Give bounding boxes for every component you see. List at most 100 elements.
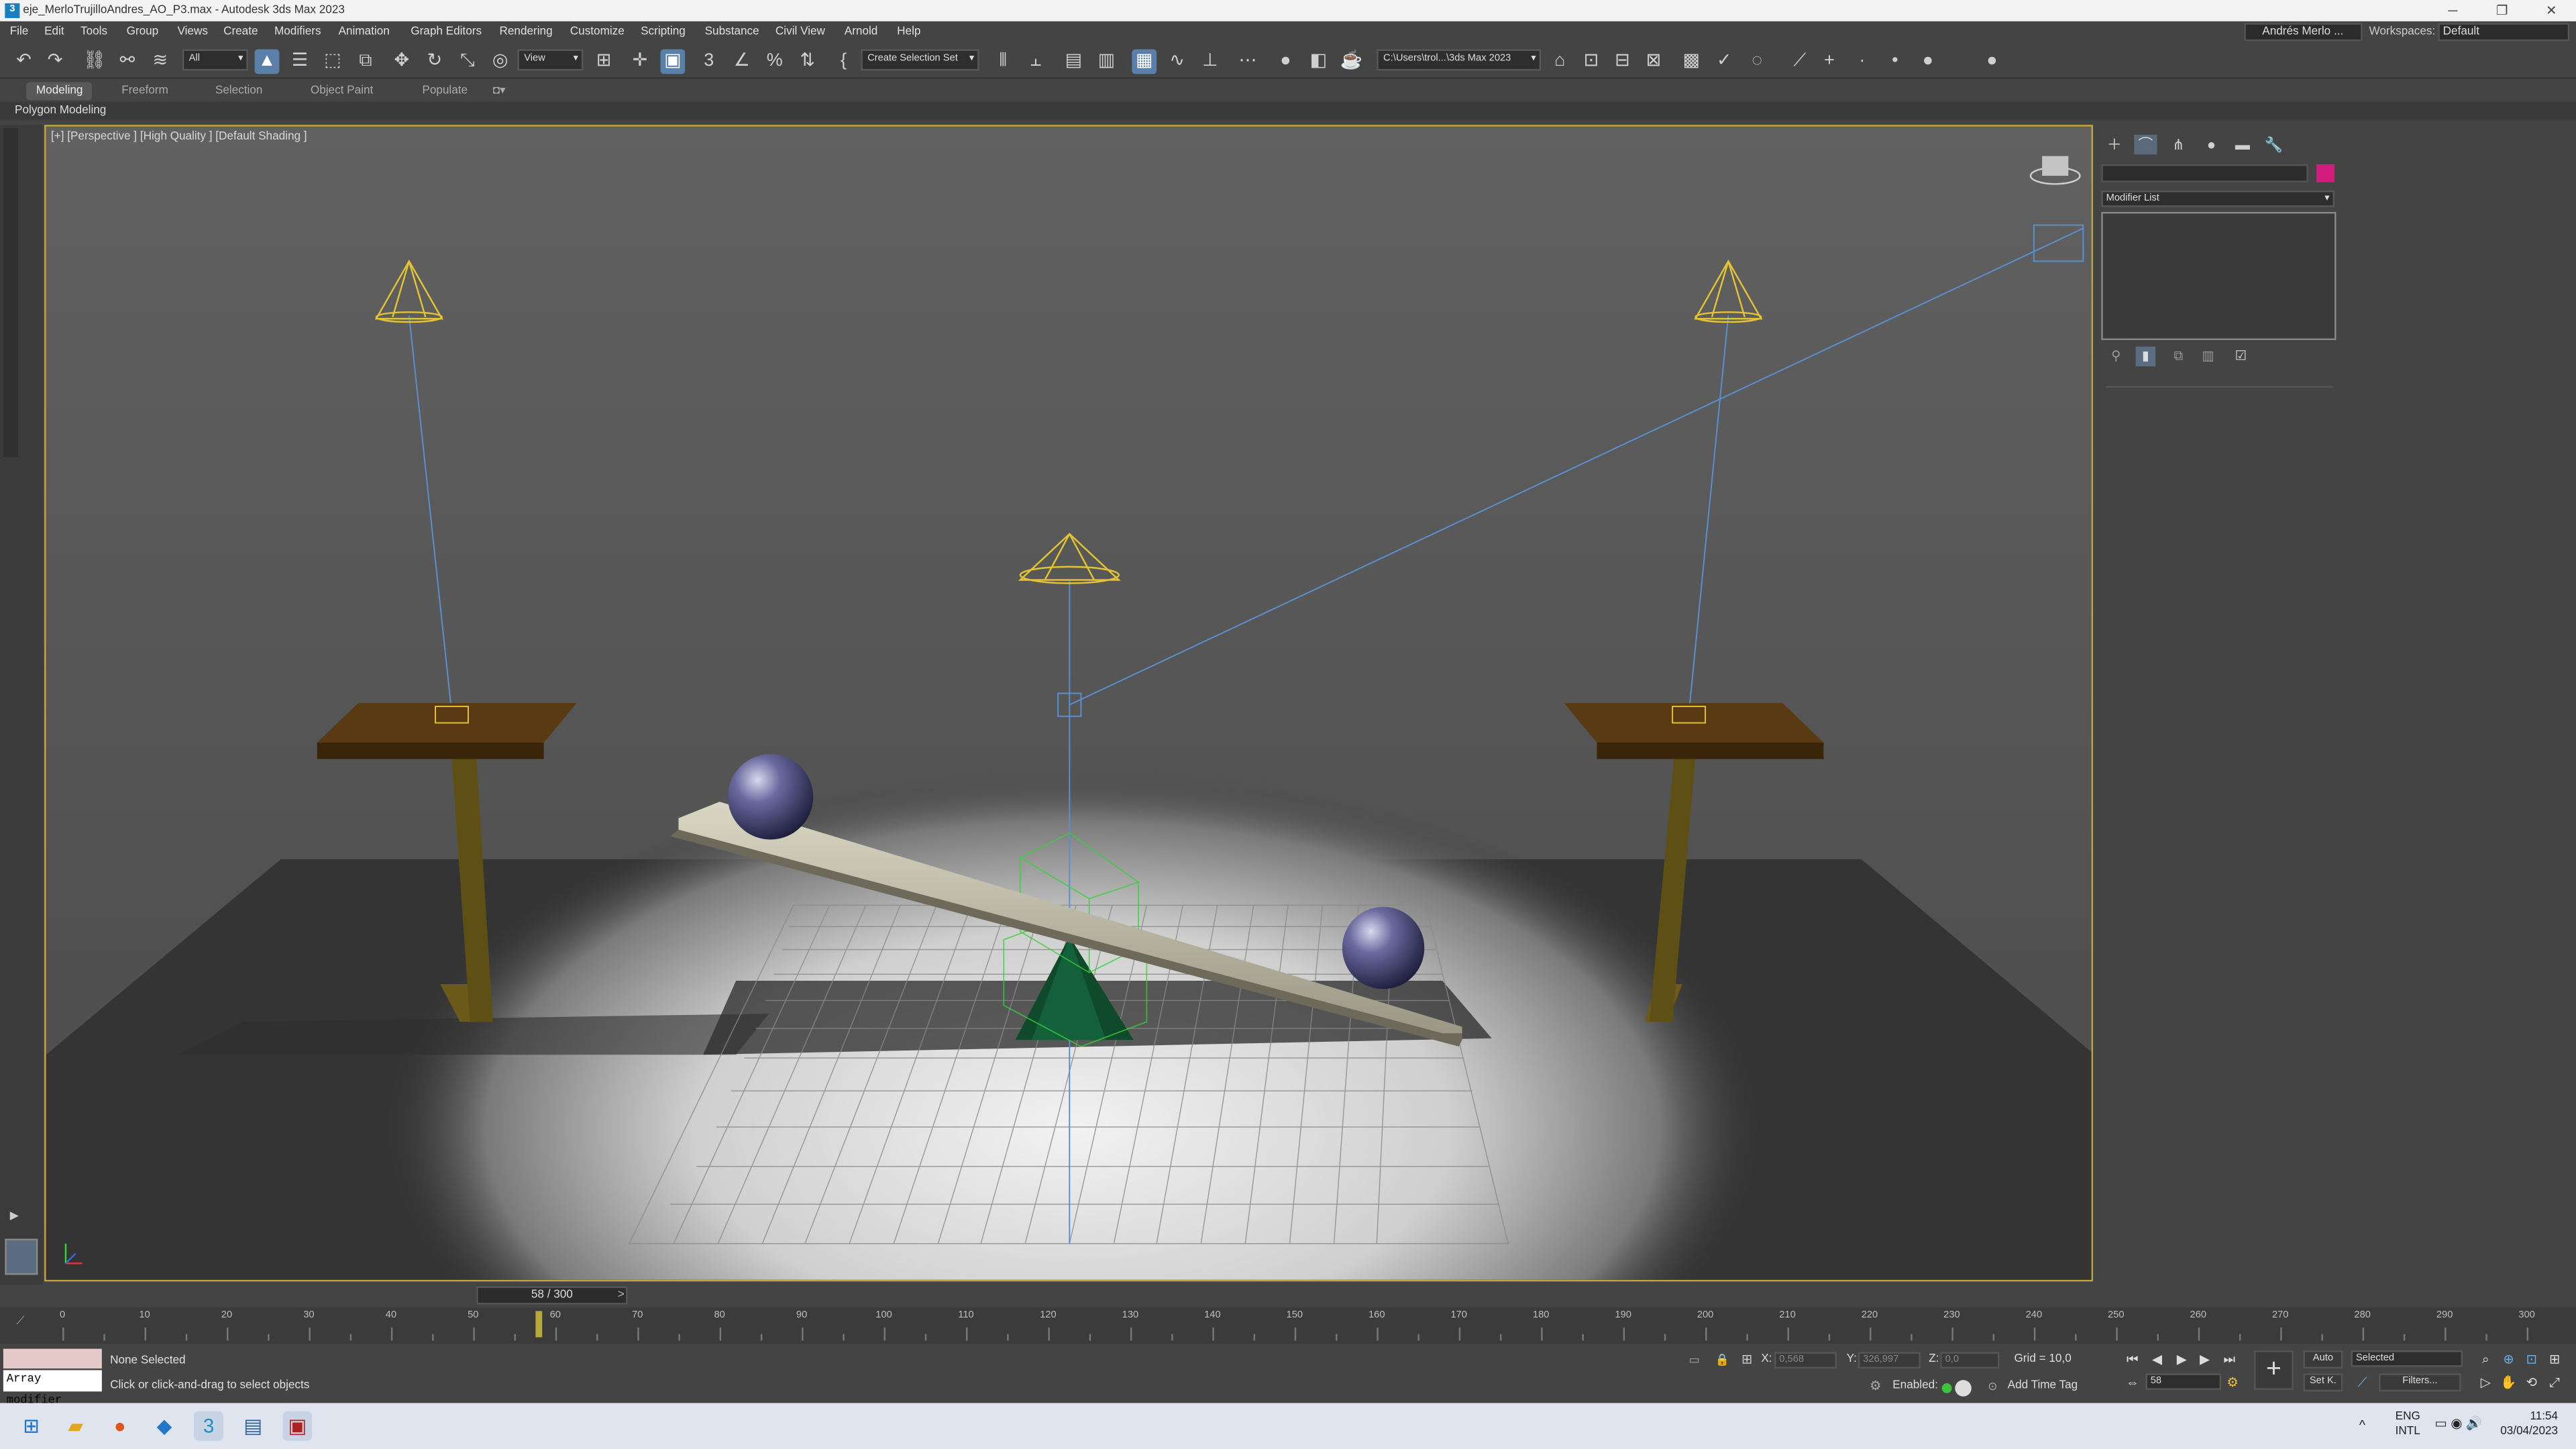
dot-tool-icon[interactable]: · [1850,49,1875,74]
panel-divider[interactable] [2106,386,2333,388]
time-slider-thumb[interactable]: 58 / 300 [476,1286,628,1305]
adaptive-degradation-icon[interactable]: ⚙ [1870,1379,1882,1393]
play-icon[interactable]: ▶ [2172,1350,2192,1370]
display-tab-icon[interactable]: ▬ [2231,135,2254,154]
render-done-icon[interactable]: ✓ [1712,49,1737,74]
lock-selection-icon[interactable]: 🔒 [1715,1354,1729,1366]
spinner-snap-icon[interactable]: ⇅ [795,49,820,74]
language-indicator[interactable]: ENG INTL [2396,1409,2420,1439]
pin-stack-icon[interactable]: ⚲ [2106,347,2126,366]
auto-key-button[interactable]: Auto [2303,1350,2343,1369]
menu-tools[interactable]: Tools [80,21,107,43]
edit-named-selection-icon[interactable]: { [831,49,856,74]
named-selection-set-dropdown[interactable]: Create Selection Set [861,49,979,71]
circle2-tool-icon[interactable]: ● [1980,49,2004,74]
project-open-icon[interactable]: ⊟ [1610,49,1635,74]
key-mode-icon[interactable]: ⟋ [2353,1373,2372,1393]
show-end-result-icon[interactable]: ▮ [2135,346,2156,367]
menu-help[interactable]: Help [897,21,920,43]
go-to-end-icon[interactable]: ⏭ [2220,1350,2239,1370]
vscode-icon[interactable]: ◆ [150,1411,179,1441]
key-filter-dropdown[interactable]: Selected [2351,1350,2463,1367]
user-account-dropdown[interactable]: Andrés Merlo ... [2244,23,2363,42]
menu-arnold[interactable]: Arnold [845,21,878,43]
scale-icon[interactable]: ⤡ [455,49,480,74]
zoom-extents-all-icon[interactable]: ⊞ [2545,1350,2565,1370]
file-explorer-icon[interactable]: ▰ [61,1411,91,1441]
ribbon-subpanel[interactable]: Polygon Modeling [0,101,2576,120]
render-cloud-icon[interactable]: ◌ [1745,49,1770,74]
app-taskbar-icon[interactable]: ▣ [282,1411,313,1441]
menu-civil-view[interactable]: Civil View [775,21,825,43]
toggle-ribbon-icon[interactable]: ▦ [1132,49,1157,74]
tab-modeling[interactable]: Modeling [26,82,93,101]
system-tray-icons[interactable]: ▭ ◉ 🔊 [2434,1416,2482,1431]
current-frame-field[interactable]: 58 [2145,1373,2222,1390]
motion-tab-icon[interactable]: ● [2200,135,2222,154]
workspace-dropdown[interactable]: Default [2438,23,2570,42]
menu-file[interactable]: File [10,21,29,43]
menu-group[interactable]: Group [127,21,159,43]
zoom-all-icon[interactable]: ⊕ [2499,1350,2518,1370]
bind-space-warp-icon[interactable]: ≋ [148,49,172,74]
track-bar[interactable]: ⟋ 0 10 20 30 40 50 60 70 80 90 100 110 120 130 140 150 1… [0,1307,2576,1344]
brush-icon[interactable]: ⟋ [1788,49,1813,74]
maximize-viewport-icon[interactable]: ⤢ [2545,1373,2565,1393]
notepad-icon[interactable]: ▤ [238,1411,268,1441]
menu-create[interactable]: Create [223,21,258,43]
material-editor-icon[interactable]: ● [1273,49,1298,74]
enabled-indicator[interactable] [1941,1383,1952,1393]
ribbon-options-icon[interactable]: ◘▾ [490,82,509,100]
layer-explorer-icon[interactable]: ▥ [1094,49,1119,74]
menu-edit[interactable]: Edit [44,21,64,43]
3dsmax-taskbar-icon[interactable]: 3 [193,1411,224,1441]
select-manipulate-icon[interactable]: ✛ [628,49,653,74]
project-new-icon[interactable]: ⊡ [1578,49,1603,74]
absolute-mode-icon[interactable]: ⊞ [1741,1352,1752,1367]
tab-freeform[interactable]: Freeform [112,82,178,100]
next-frame-arrow-icon[interactable]: > [614,1287,628,1305]
render-setup-icon[interactable]: ◧ [1306,49,1331,74]
modifier-stack[interactable] [2101,211,2337,340]
y-coordinate-field[interactable]: 326,997 [1858,1352,1921,1369]
circle-tool-icon[interactable]: ● [1916,49,1941,74]
schematic-view-icon[interactable]: ⋯ [1236,49,1260,74]
pivot-center-icon[interactable]: ⊞ [592,49,616,74]
menu-scripting[interactable]: Scripting [641,21,686,43]
dot2-tool-icon[interactable]: • [1883,49,1908,74]
viewport-layout-icon[interactable] [5,1238,38,1275]
current-frame-marker[interactable] [535,1311,543,1338]
zoom-icon[interactable]: ⌕ [2476,1350,2496,1370]
set-key-icon[interactable]: + [2254,1350,2294,1390]
perspective-viewport[interactable]: [+] [Perspective ] [High Quality ] [Defa… [44,125,2094,1282]
close-icon[interactable]: ✕ [2527,0,2576,21]
utilities-tab-icon[interactable]: 🔧 [2262,135,2285,154]
render-frame-icon[interactable]: ▩ [1679,49,1704,74]
clock[interactable]: 11:54 03/04/2023 [2479,1409,2558,1439]
expand-arrow-icon[interactable]: ▶ [10,1209,19,1222]
object-color-swatch[interactable] [2316,164,2335,182]
time-config-icon[interactable]: ⇔ [2123,1373,2142,1393]
project-path-dropdown[interactable]: C:\Users\trol...\3ds Max 2023 [1377,49,1542,71]
tab-object-paint[interactable]: Object Paint [301,82,383,100]
isolate-icon[interactable]: ▭ [1689,1354,1700,1366]
menu-rendering[interactable]: Rendering [499,21,552,43]
x-coordinate-field[interactable]: 0,568 [1774,1352,1837,1369]
unlink-icon[interactable]: ⚯ [115,49,140,74]
render-icon[interactable]: ☕ [1339,49,1364,74]
menu-customize[interactable]: Customize [570,21,625,43]
percent-snap-icon[interactable]: % [762,49,787,74]
project-folder-icon[interactable]: ⌂ [1548,49,1572,74]
plus-tool-icon[interactable]: + [1817,49,1842,74]
create-tab-icon[interactable]: ＋ [2103,135,2126,154]
set-key-button[interactable]: Set K. [2303,1373,2343,1392]
menu-graph-editors[interactable]: Graph Editors [411,21,482,43]
scene-explorer-icon[interactable]: ▤ [1061,49,1086,74]
menu-substance[interactable]: Substance [705,21,759,43]
restore-icon[interactable]: ❐ [2477,0,2526,21]
orbit-icon[interactable]: ⟲ [2522,1373,2541,1393]
go-to-start-icon[interactable]: ⏮ [2123,1350,2142,1370]
zoom-extents-icon[interactable]: ⊡ [2522,1350,2541,1370]
firefox-icon[interactable]: ● [105,1411,135,1441]
undo-icon[interactable]: ↶ [11,49,36,74]
